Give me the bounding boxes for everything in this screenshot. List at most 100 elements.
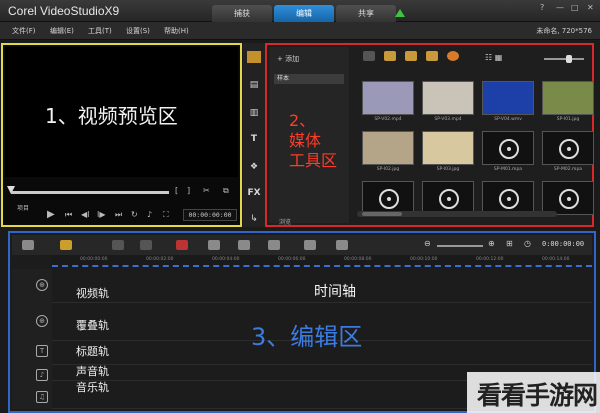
- thumbnail-caption: SP-M02.mpa: [553, 167, 583, 172]
- fit-project-icon[interactable]: ⊞: [506, 239, 513, 248]
- record-capture-icon[interactable]: [176, 240, 188, 250]
- tab-capture[interactable]: 捕获: [212, 5, 272, 22]
- add-folder-button[interactable]: + 添加: [277, 54, 299, 64]
- zoom-out-icon[interactable]: ⊖: [424, 239, 431, 248]
- thumbnail-item[interactable]: [422, 81, 474, 115]
- timeline-header-label: 时间轴: [314, 284, 356, 300]
- ruler-tick-label: 00:00:08:00: [344, 257, 372, 262]
- show-audio-icon[interactable]: [426, 51, 438, 61]
- show-photo-icon[interactable]: [405, 51, 417, 61]
- project-mode-label[interactable]: 项目: [17, 203, 29, 212]
- prev-frame-icon[interactable]: ◀Ⅰ: [81, 210, 90, 219]
- menu-tools[interactable]: 工具(T): [88, 26, 112, 36]
- project-info: 未命名, 720*576: [536, 27, 592, 35]
- maximize-icon[interactable]: □: [571, 3, 579, 12]
- media-sidebar: ▤ ▥ T ❖ FX ↳: [243, 43, 265, 227]
- track-label-title: 标题轨: [76, 345, 109, 358]
- menu-help[interactable]: 帮助(H): [164, 26, 189, 36]
- thumbnail-item[interactable]: [422, 181, 474, 215]
- media-library: + 添加 样本 2、 媒体 工具区 浏览 ☷ ▦ SP-V02.mp4 SP-V0…: [265, 43, 594, 227]
- play-icon[interactable]: ▶: [47, 209, 55, 220]
- thumbnail-item[interactable]: [482, 131, 534, 165]
- zoom-in-icon[interactable]: ⊕: [488, 239, 495, 248]
- track-header-column: ⊕ ⊕ T ♪ ♫: [12, 269, 52, 409]
- audio-disc-icon: [439, 189, 459, 209]
- library-scrollbar[interactable]: [357, 211, 557, 217]
- track-label-overlay: 覆叠轨: [76, 319, 109, 332]
- thumbnail-caption: SP-V03.mp4: [434, 117, 462, 122]
- end-icon[interactable]: ⏭: [115, 210, 122, 220]
- view-grid-icon[interactable]: ☷ ▦: [485, 53, 502, 62]
- thumbnail-size-slider[interactable]: [544, 55, 584, 63]
- title-track-toggle-icon[interactable]: T: [36, 345, 48, 357]
- thumbnail-item[interactable]: [362, 131, 414, 165]
- repeat-icon[interactable]: ↻: [131, 210, 138, 219]
- thumbnail-item[interactable]: [542, 181, 594, 215]
- subtitle-editor-icon[interactable]: [304, 240, 316, 250]
- media-icon[interactable]: [247, 51, 261, 63]
- timeline-ruler[interactable]: 00:00:00:00 00:00:02:00 00:00:04:00 00:00:0…: [52, 255, 592, 267]
- music-track-toggle-icon[interactable]: ♫: [36, 391, 48, 403]
- track-label-video: 视频轨: [76, 287, 109, 300]
- title-bar: Corel VideoStudioX9 捕获 编辑 共享 ? — □ ✕: [0, 0, 600, 22]
- fullscreen-icon[interactable]: ⛶: [163, 210, 169, 220]
- thumbnail-item[interactable]: [422, 131, 474, 165]
- menu-edit[interactable]: 编辑(E): [50, 26, 74, 36]
- graphic-icon[interactable]: ❖: [247, 161, 261, 173]
- instant-project-icon[interactable]: ▤: [247, 79, 261, 91]
- voice-track-toggle-icon[interactable]: ♪: [36, 369, 48, 381]
- thumbnail-item[interactable]: [542, 131, 594, 165]
- thumbnail-caption: SP-I02.jpg: [376, 167, 400, 172]
- upload-arrow-icon[interactable]: [395, 9, 405, 17]
- ruler-tick-label: 00:00:04:00: [212, 257, 240, 262]
- show-video-icon[interactable]: [384, 51, 396, 61]
- timeline-zoom-slider[interactable]: [437, 245, 483, 247]
- trim-mark-out-icon[interactable]: ]: [187, 186, 190, 195]
- overlay-track-toggle-icon[interactable]: ⊕: [36, 315, 48, 327]
- video-track-toggle-icon[interactable]: ⊕: [36, 279, 48, 291]
- timeline-toolbar: ⊖ ⊕ ⊞ ◷ 0:00:00:00: [12, 235, 592, 255]
- folder-icon[interactable]: [363, 51, 375, 61]
- preview-timecode[interactable]: 00:00:00:00: [183, 209, 237, 221]
- motion-tracking-icon[interactable]: [268, 240, 280, 250]
- timeline-view-icon[interactable]: [60, 240, 72, 250]
- undo-icon[interactable]: [112, 240, 124, 250]
- tab-share[interactable]: 共享: [336, 5, 396, 22]
- help-icon[interactable]: ?: [540, 3, 544, 12]
- filter-fx-icon[interactable]: FX: [247, 187, 261, 199]
- thumbnail-item[interactable]: [542, 81, 594, 115]
- path-icon[interactable]: ↳: [247, 213, 261, 225]
- title-icon[interactable]: T: [247, 133, 261, 145]
- workspace-tabs: 捕获 编辑 共享: [212, 5, 396, 22]
- browse-button[interactable]: 浏览: [279, 217, 291, 226]
- thumbnail-item[interactable]: [362, 81, 414, 115]
- trim-mark-in-icon[interactable]: [: [175, 186, 178, 195]
- thumbnail-item[interactable]: [482, 181, 534, 215]
- thumbnail-item[interactable]: [362, 181, 414, 215]
- sound-mixer-icon[interactable]: [208, 240, 220, 250]
- ruler-tick-label: 00:00:10:00: [410, 257, 438, 262]
- menu-file[interactable]: 文件(F): [12, 26, 36, 36]
- ruler-tick-label: 00:00:14:00: [542, 257, 570, 262]
- thumbnail-caption: SP-I01.jpg: [556, 117, 580, 122]
- multi-camera-icon[interactable]: [336, 240, 348, 250]
- storyboard-view-icon[interactable]: [22, 240, 34, 250]
- volume-icon[interactable]: ♪: [147, 210, 152, 219]
- auto-music-icon[interactable]: [238, 240, 250, 250]
- transition-icon[interactable]: ▥: [247, 107, 261, 119]
- menu-settings[interactable]: 设置(S): [126, 26, 150, 36]
- import-icon[interactable]: [447, 51, 459, 61]
- redo-icon[interactable]: [140, 240, 152, 250]
- home-icon[interactable]: ⏮: [65, 210, 72, 220]
- split-icon[interactable]: ✂: [203, 186, 210, 195]
- timeline-timecode[interactable]: 0:00:00:00: [542, 240, 584, 248]
- tab-edit[interactable]: 编辑: [274, 5, 334, 22]
- minimize-icon[interactable]: —: [556, 3, 564, 12]
- close-icon[interactable]: ✕: [587, 3, 594, 12]
- folder-item-sample[interactable]: 样本: [274, 74, 344, 84]
- thumbnail-item[interactable]: [482, 81, 534, 115]
- track-label-music: 音乐轨: [76, 381, 109, 394]
- expand-icon[interactable]: ⧉: [223, 186, 229, 196]
- scrub-bar[interactable]: [11, 191, 169, 194]
- next-frame-icon[interactable]: Ⅰ▶: [97, 210, 106, 219]
